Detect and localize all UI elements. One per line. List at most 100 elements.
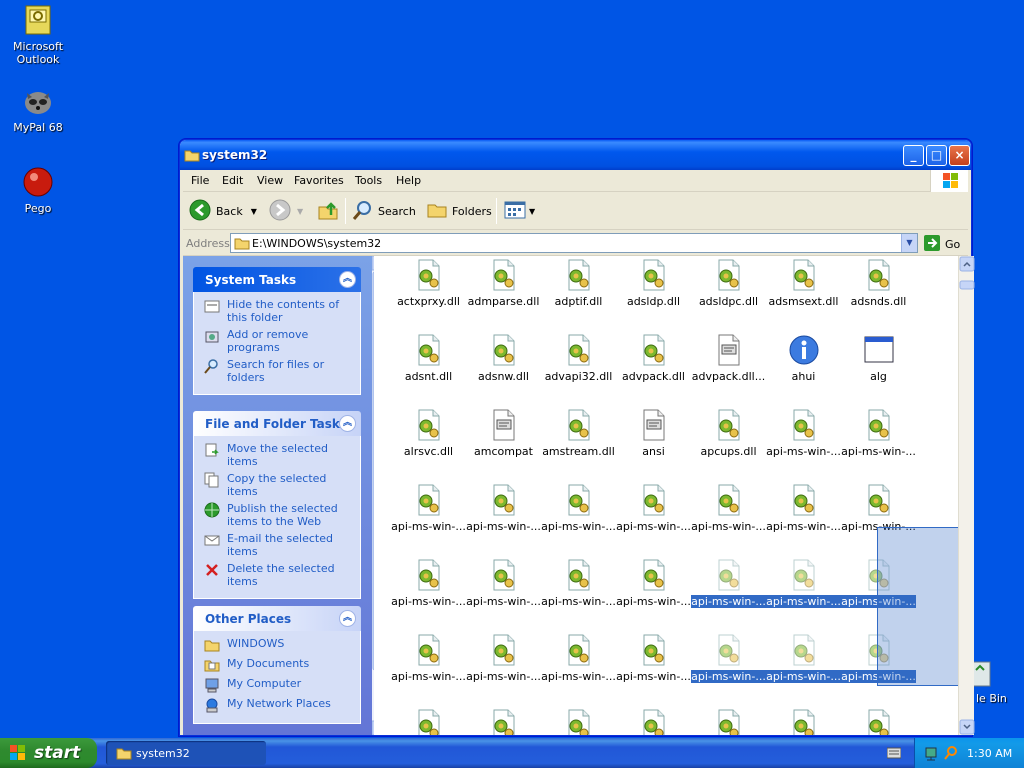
title-bar[interactable]: system32 _ □ × xyxy=(180,140,971,170)
address-label: Address xyxy=(186,237,230,250)
collapse-chevron-icon[interactable]: ︽ xyxy=(339,415,356,432)
menu-edit[interactable]: Edit xyxy=(222,174,243,187)
file-item[interactable]: ahui xyxy=(766,334,841,383)
file-item[interactable]: api-ms-win-... xyxy=(391,484,466,533)
file-item[interactable] xyxy=(541,709,616,735)
file-item[interactable]: api-ms-win-... xyxy=(616,484,691,533)
file-item[interactable]: api-ms-win-... xyxy=(466,559,541,608)
file-item[interactable]: api-ms-win-... xyxy=(466,634,541,683)
chevron-down-icon[interactable]: ▼ xyxy=(251,207,257,216)
file-item[interactable]: adsnw.dll xyxy=(466,334,541,383)
address-field[interactable]: E:\WINDOWS\system32 ▼ xyxy=(230,233,918,253)
file-folder-tasks-header[interactable]: File and Folder Tasks ︽ xyxy=(193,411,361,436)
file-item[interactable]: actxprxy.dll xyxy=(391,259,466,308)
collapse-chevron-icon[interactable]: ︽ xyxy=(339,271,356,288)
windows-flag-icon xyxy=(9,744,27,767)
task-hide-contents[interactable]: Hide the contents of this folder xyxy=(204,298,354,324)
file-item[interactable] xyxy=(691,709,766,735)
file-item[interactable]: api-ms-win-... xyxy=(466,484,541,533)
file-item[interactable]: api-ms-win-... xyxy=(766,634,841,683)
folders-button[interactable]: Folders xyxy=(426,199,492,223)
menu-file[interactable]: File xyxy=(191,174,209,187)
file-item[interactable]: api-ms-win-... xyxy=(841,484,916,533)
go-button[interactable]: Go xyxy=(923,234,960,255)
file-item[interactable] xyxy=(616,709,691,735)
dll-file-icon xyxy=(638,709,670,735)
task-add-remove-programs[interactable]: Add or remove programs xyxy=(204,328,354,354)
address-dropdown-button[interactable]: ▼ xyxy=(901,234,917,252)
menu-help[interactable]: Help xyxy=(396,174,421,187)
file-item[interactable]: api-ms-win-... xyxy=(541,559,616,608)
file-item[interactable] xyxy=(766,709,841,735)
taskbar-button-system32[interactable]: system32 xyxy=(106,741,266,765)
start-button[interactable]: start xyxy=(0,738,97,768)
file-item[interactable]: advapi32.dll xyxy=(541,334,616,383)
place-my-computer[interactable]: My Computer xyxy=(204,677,354,693)
file-item[interactable]: adsmsext.dll xyxy=(766,259,841,308)
menu-favorites[interactable]: Favorites xyxy=(294,174,344,187)
task-label: Search for files or folders xyxy=(227,358,325,384)
file-item[interactable] xyxy=(391,709,466,735)
file-item[interactable]: alrsvc.dll xyxy=(391,409,466,458)
desktop-icon-outlook[interactable]: Microsoft Outlook xyxy=(0,4,76,66)
task-search-files[interactable]: Search for files or folders xyxy=(204,358,354,384)
search-button[interactable]: Search xyxy=(352,199,416,223)
minimize-button[interactable]: _ xyxy=(903,145,924,166)
file-item[interactable]: api-ms-win-... xyxy=(766,559,841,608)
file-item[interactable]: api-ms-win-... xyxy=(616,559,691,608)
file-item[interactable]: adsnt.dll xyxy=(391,334,466,383)
file-item[interactable]: api-ms-win-... xyxy=(616,634,691,683)
file-item[interactable]: alg xyxy=(841,334,916,383)
file-item[interactable]: adptif.dll xyxy=(541,259,616,308)
file-item[interactable]: api-ms-win-... xyxy=(766,484,841,533)
file-item[interactable]: advpack.dll xyxy=(616,334,691,383)
file-item[interactable]: adsldpc.dll xyxy=(691,259,766,308)
network-tray-icon[interactable] xyxy=(925,745,941,764)
file-item[interactable]: api-ms-win-... xyxy=(391,634,466,683)
file-item[interactable]: api-ms-win-... xyxy=(391,559,466,608)
task-copy-selected[interactable]: Copy the selected items xyxy=(204,472,354,498)
file-item[interactable]: api-ms-win-... xyxy=(691,484,766,533)
file-list-view[interactable]: actxprxy.dll admparse.dll adptif.dll adsldp… xyxy=(374,256,958,735)
other-places-header[interactable]: Other Places ︽ xyxy=(193,606,361,631)
file-item[interactable] xyxy=(841,709,916,735)
file-item[interactable]: amstream.dll xyxy=(541,409,616,458)
task-publish-web[interactable]: Publish the selected items to the Web xyxy=(204,502,354,528)
file-item[interactable]: amcompat xyxy=(466,409,541,458)
task-move-selected[interactable]: Move the selected items xyxy=(204,442,354,468)
forward-button[interactable]: ▼ xyxy=(269,199,303,223)
file-item[interactable]: adsldp.dll xyxy=(616,259,691,308)
menu-view[interactable]: View xyxy=(257,174,283,187)
menu-tools[interactable]: Tools xyxy=(355,174,382,187)
up-folder-button[interactable] xyxy=(317,199,339,223)
desktop-icon-mypal[interactable]: MyPal 68 xyxy=(0,85,76,134)
search-tray-icon[interactable] xyxy=(943,745,959,764)
file-item[interactable]: api-ms-win-... xyxy=(841,409,916,458)
file-item[interactable]: advpack.dll... xyxy=(691,334,766,383)
file-item[interactable]: api-ms-win-... xyxy=(541,634,616,683)
system-tasks-header[interactable]: System Tasks ︽ xyxy=(193,267,361,292)
file-item[interactable]: api-ms-win-... xyxy=(766,409,841,458)
file-list-scrollbar[interactable] xyxy=(958,256,975,735)
task-delete-selected[interactable]: Delete the selected items xyxy=(204,562,354,588)
collapse-chevron-icon[interactable]: ︽ xyxy=(339,610,356,627)
file-item[interactable]: ansi xyxy=(616,409,691,458)
file-item[interactable]: api-ms-win-... xyxy=(691,559,766,608)
file-item[interactable]: apcups.dll xyxy=(691,409,766,458)
back-button[interactable]: Back ▼ xyxy=(189,199,257,223)
desktop-icon-pego[interactable]: Pego xyxy=(0,166,76,215)
place-windows[interactable]: WINDOWS xyxy=(204,637,354,653)
file-item[interactable]: api-ms-win-... xyxy=(541,484,616,533)
file-item[interactable] xyxy=(466,709,541,735)
place-my-documents[interactable]: My Documents xyxy=(204,657,354,673)
views-button[interactable]: ▼ xyxy=(504,199,535,223)
place-my-network-places[interactable]: My Network Places xyxy=(204,697,354,713)
file-item[interactable]: admparse.dll xyxy=(466,259,541,308)
close-button[interactable]: × xyxy=(949,145,970,166)
keyboard-icon[interactable] xyxy=(886,747,902,762)
file-item[interactable]: adsnds.dll xyxy=(841,259,916,308)
task-email-selected[interactable]: E-mail the selected items xyxy=(204,532,354,558)
file-item[interactable]: api-ms-win-... xyxy=(691,634,766,683)
maximize-button[interactable]: □ xyxy=(926,145,947,166)
clock[interactable]: 1:30 AM xyxy=(967,747,1012,760)
